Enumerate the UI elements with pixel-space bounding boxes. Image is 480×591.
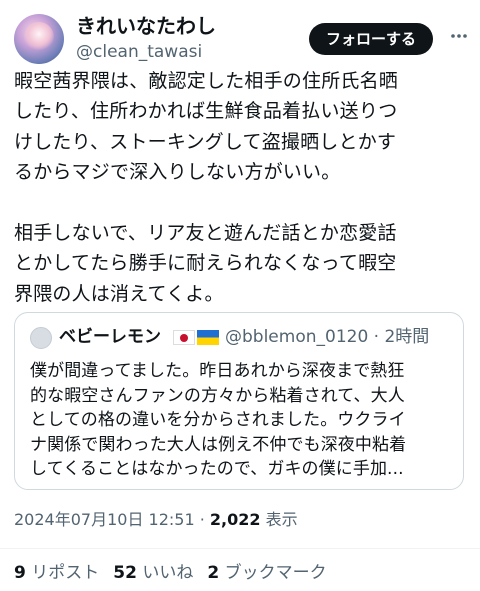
- divider: [0, 548, 480, 549]
- more-dots-icon[interactable]: [447, 26, 471, 50]
- reposts-count: 9: [14, 563, 26, 583]
- likes-count: 52: [113, 563, 137, 583]
- quote-handle-time[interactable]: @bblemon_0120 · 2時間: [225, 325, 429, 349]
- bookmarks-label: ブックマーク: [219, 563, 327, 583]
- likes-stat[interactable]: 52 いいね: [113, 563, 193, 583]
- tweet-header: きれいなたわし @clean_tawasi フォローする: [0, 0, 480, 76]
- quote-text: 僕が間違ってました。昨日あれから深夜まで熱狂 的な暇空さんファンの方々から粘着さ…: [30, 361, 407, 479]
- engagement-stats: 9 リポスト 52 いいね 2 ブックマーク: [14, 562, 341, 584]
- bookmarks-stat[interactable]: 2 ブックマーク: [207, 563, 326, 583]
- tweet-timestamp[interactable]: 2024年07月10日 12:51 ·: [14, 510, 210, 529]
- follow-button[interactable]: フォローする: [309, 23, 433, 55]
- quote-author-avatar[interactable]: [30, 327, 52, 349]
- author-avatar[interactable]: [14, 14, 64, 64]
- tweet-text: 暇空茜界隈は、敵認定した相手の住所氏名晒 したり、住所わかれば生鮮食品着払い送り…: [14, 70, 399, 305]
- likes-label: いいね: [136, 563, 194, 583]
- author-display-name[interactable]: きれいなたわし: [76, 14, 216, 38]
- japan-flag-icon: [173, 330, 195, 345]
- bookmarks-count: 2: [207, 563, 220, 583]
- reposts-label: リポスト: [25, 563, 100, 583]
- views-count: 2,022: [209, 510, 261, 529]
- quote-author-name[interactable]: ベビーレモン: [59, 325, 161, 349]
- views-label: 表示: [260, 510, 298, 529]
- author-handle[interactable]: @clean_tawasi: [76, 41, 202, 63]
- ukraine-flag-icon: [197, 330, 219, 345]
- tweet-meta: 2024年07月10日 12:51 · 2,022 表示: [14, 509, 298, 531]
- reposts-stat[interactable]: 9 リポスト: [14, 563, 99, 583]
- quoted-tweet[interactable]: ベビーレモン @bblemon_0120 · 2時間 僕が間違ってました。昨日あ…: [14, 312, 464, 490]
